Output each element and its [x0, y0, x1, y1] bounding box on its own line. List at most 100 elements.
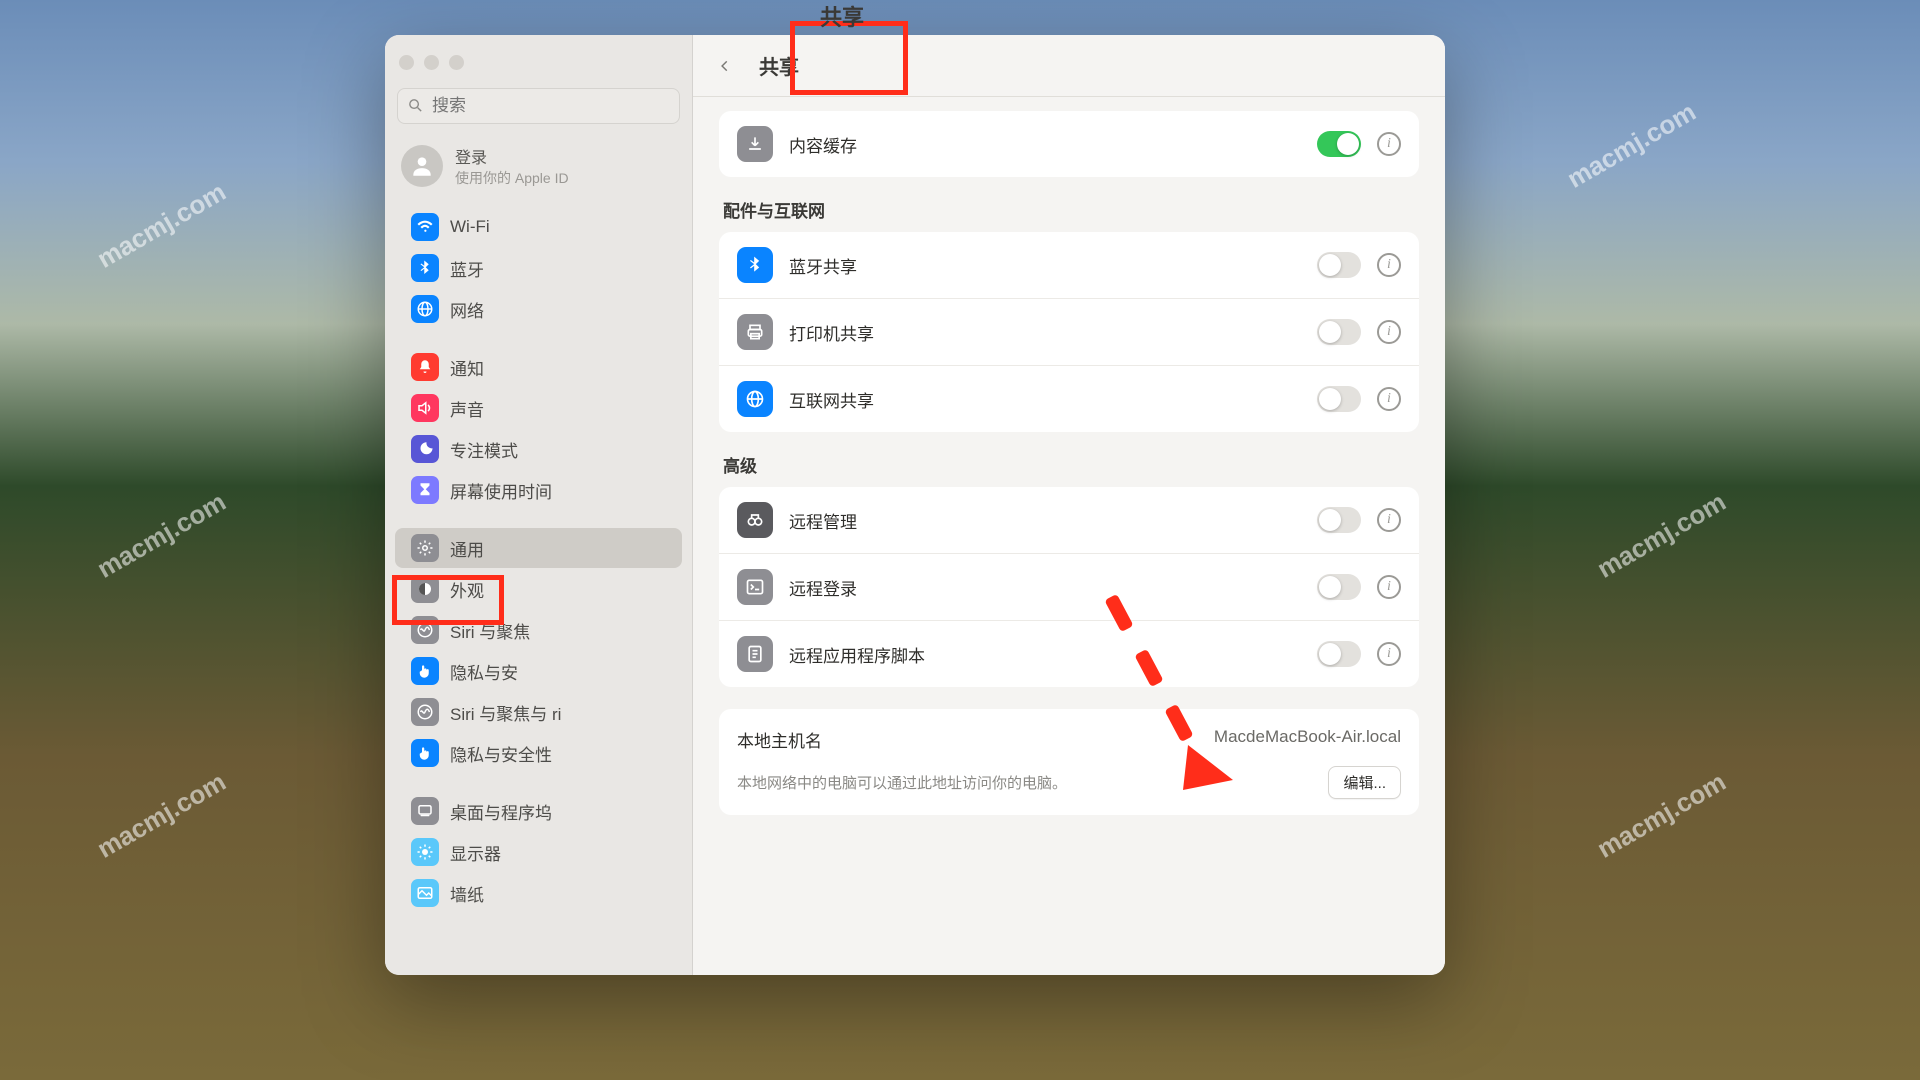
sidebar-item-siri[interactable]: Siri 与聚焦: [395, 610, 682, 650]
sidebar-item-bt[interactable]: 蓝牙: [395, 248, 682, 288]
sidebar-item-hand[interactable]: 隐私与安: [395, 651, 682, 691]
setting-row-script[interactable]: 远程应用程序脚本 i: [719, 621, 1419, 687]
toggle-switch[interactable]: [1317, 252, 1361, 278]
sidebar-nav: Wi-Fi 蓝牙网络通知声音专注模式屏幕使用时间通用外观 Siri 与聚焦隐私与安 S…: [385, 206, 692, 914]
toggle-switch[interactable]: [1317, 507, 1361, 533]
page-title: 共享: [759, 51, 799, 80]
sidebar-item-label: 声音: [450, 396, 484, 421]
account-row[interactable]: 登录 使用你的 Apple ID: [385, 138, 692, 206]
setting-label: 内容缓存: [789, 132, 1301, 157]
watermark: macmj.com: [92, 766, 231, 864]
sidebar-item-label: 网络: [450, 297, 484, 322]
zoom-button[interactable]: [449, 55, 464, 70]
info-icon[interactable]: i: [1377, 642, 1401, 666]
toggle-switch[interactable]: [1317, 386, 1361, 412]
printer-icon: [737, 314, 773, 350]
settings-card: 内容缓存 i: [719, 111, 1419, 177]
minimize-button[interactable]: [424, 55, 439, 70]
sidebar-item-dock[interactable]: 桌面与程序坞: [395, 791, 682, 831]
setting-row-bt[interactable]: 蓝牙共享 i: [719, 232, 1419, 299]
hand-icon: [411, 739, 439, 767]
setting-label: 互联网共享: [789, 387, 1301, 412]
sidebar-item-appearance[interactable]: 外观: [395, 569, 682, 609]
toggle-switch[interactable]: [1317, 574, 1361, 600]
sidebar-item-siri[interactable]: Siri 与聚焦与 ri: [395, 692, 682, 732]
section-title: 配件与互联网: [723, 197, 1415, 222]
watermark: macmj.com: [92, 176, 231, 274]
search-field[interactable]: [397, 88, 680, 124]
avatar: [401, 145, 443, 187]
toggle-switch[interactable]: [1317, 319, 1361, 345]
bt-icon: [411, 254, 439, 282]
globe-icon: [737, 381, 773, 417]
hostname-value: MacdeMacBook-Air.local: [1214, 727, 1401, 752]
info-icon[interactable]: i: [1377, 387, 1401, 411]
sidebar-item-sun[interactable]: 显示器: [395, 832, 682, 872]
account-sub-label: 使用你的 Apple ID: [455, 168, 569, 188]
globe-icon: [411, 295, 439, 323]
sidebar-item-bell[interactable]: 通知: [395, 347, 682, 387]
bell-icon: [411, 353, 439, 381]
wall-icon: [411, 879, 439, 907]
search-input[interactable]: [397, 88, 680, 124]
siri-icon: [411, 616, 439, 644]
siri-icon: [411, 698, 439, 726]
title-echo: 共享: [820, 0, 864, 32]
moon-icon: [411, 435, 439, 463]
download-icon: [737, 126, 773, 162]
toggle-switch[interactable]: [1317, 641, 1361, 667]
sidebar-item-label: 通用: [450, 536, 484, 561]
section-title: 高级: [723, 452, 1415, 477]
settings-card: 蓝牙共享 i 打印机共享 i 互联网共享 i: [719, 232, 1419, 432]
setting-label: 蓝牙共享: [789, 253, 1301, 278]
hourglass-icon: [411, 476, 439, 504]
settings-window: 登录 使用你的 Apple ID Wi-Fi 蓝牙网络通知声音专注模式屏幕使用时间…: [385, 35, 1445, 975]
search-icon: [407, 97, 424, 119]
info-icon[interactable]: i: [1377, 508, 1401, 532]
appearance-icon: [411, 575, 439, 603]
window-controls: [385, 47, 692, 84]
sidebar-item-hand[interactable]: 隐私与安全性: [395, 733, 682, 773]
sidebar-item-label: 蓝牙: [450, 256, 484, 281]
back-button[interactable]: [711, 52, 739, 80]
speaker-icon: [411, 394, 439, 422]
info-icon[interactable]: i: [1377, 132, 1401, 156]
sidebar-item-wifi[interactable]: Wi-Fi: [395, 207, 682, 247]
sidebar-item-hourglass[interactable]: 屏幕使用时间: [395, 470, 682, 510]
titlebar: 共享: [693, 35, 1445, 97]
toggle-switch[interactable]: [1317, 131, 1361, 157]
bt-icon: [737, 247, 773, 283]
wifi-icon: [411, 213, 439, 241]
setting-row-globe[interactable]: 互联网共享 i: [719, 366, 1419, 432]
info-icon[interactable]: i: [1377, 320, 1401, 344]
binoc-icon: [737, 502, 773, 538]
sidebar-item-label: 屏幕使用时间: [450, 478, 552, 503]
sidebar-item-label: 显示器: [450, 840, 501, 865]
sidebar-item-label: 隐私与安: [450, 659, 518, 684]
sidebar-item-label: 外观: [450, 577, 484, 602]
setting-row-binoc[interactable]: 远程管理 i: [719, 487, 1419, 554]
sidebar-item-label: 专注模式: [450, 437, 518, 462]
sidebar-item-label: Siri 与聚焦: [450, 618, 530, 643]
setting-label: 远程管理: [789, 508, 1301, 533]
info-icon[interactable]: i: [1377, 575, 1401, 599]
setting-row-download[interactable]: 内容缓存 i: [719, 111, 1419, 177]
watermark: macmj.com: [1592, 766, 1731, 864]
sidebar-item-globe[interactable]: 网络: [395, 289, 682, 329]
sidebar-item-moon[interactable]: 专注模式: [395, 429, 682, 469]
sidebar-item-wall[interactable]: 墙纸: [395, 873, 682, 913]
edit-hostname-button[interactable]: 编辑...: [1328, 766, 1401, 799]
sidebar-item-gear[interactable]: 通用: [395, 528, 682, 568]
setting-row-printer[interactable]: 打印机共享 i: [719, 299, 1419, 366]
sidebar-item-label: 桌面与程序坞: [450, 799, 552, 824]
watermark: macmj.com: [92, 486, 231, 584]
sidebar-item-label: Wi-Fi: [450, 217, 490, 237]
setting-row-terminal[interactable]: 远程登录 i: [719, 554, 1419, 621]
settings-card: 远程管理 i 远程登录 i 远程应用程序脚本 i: [719, 487, 1419, 687]
main-pane: 共享 内容缓存 i 配件与互联网 蓝牙共享 i 打印机共享 i 互联网共享 i 高级…: [693, 35, 1445, 975]
gear-icon: [411, 534, 439, 562]
info-icon[interactable]: i: [1377, 253, 1401, 277]
sidebar-item-speaker[interactable]: 声音: [395, 388, 682, 428]
close-button[interactable]: [399, 55, 414, 70]
sidebar: 登录 使用你的 Apple ID Wi-Fi 蓝牙网络通知声音专注模式屏幕使用时间…: [385, 35, 693, 975]
